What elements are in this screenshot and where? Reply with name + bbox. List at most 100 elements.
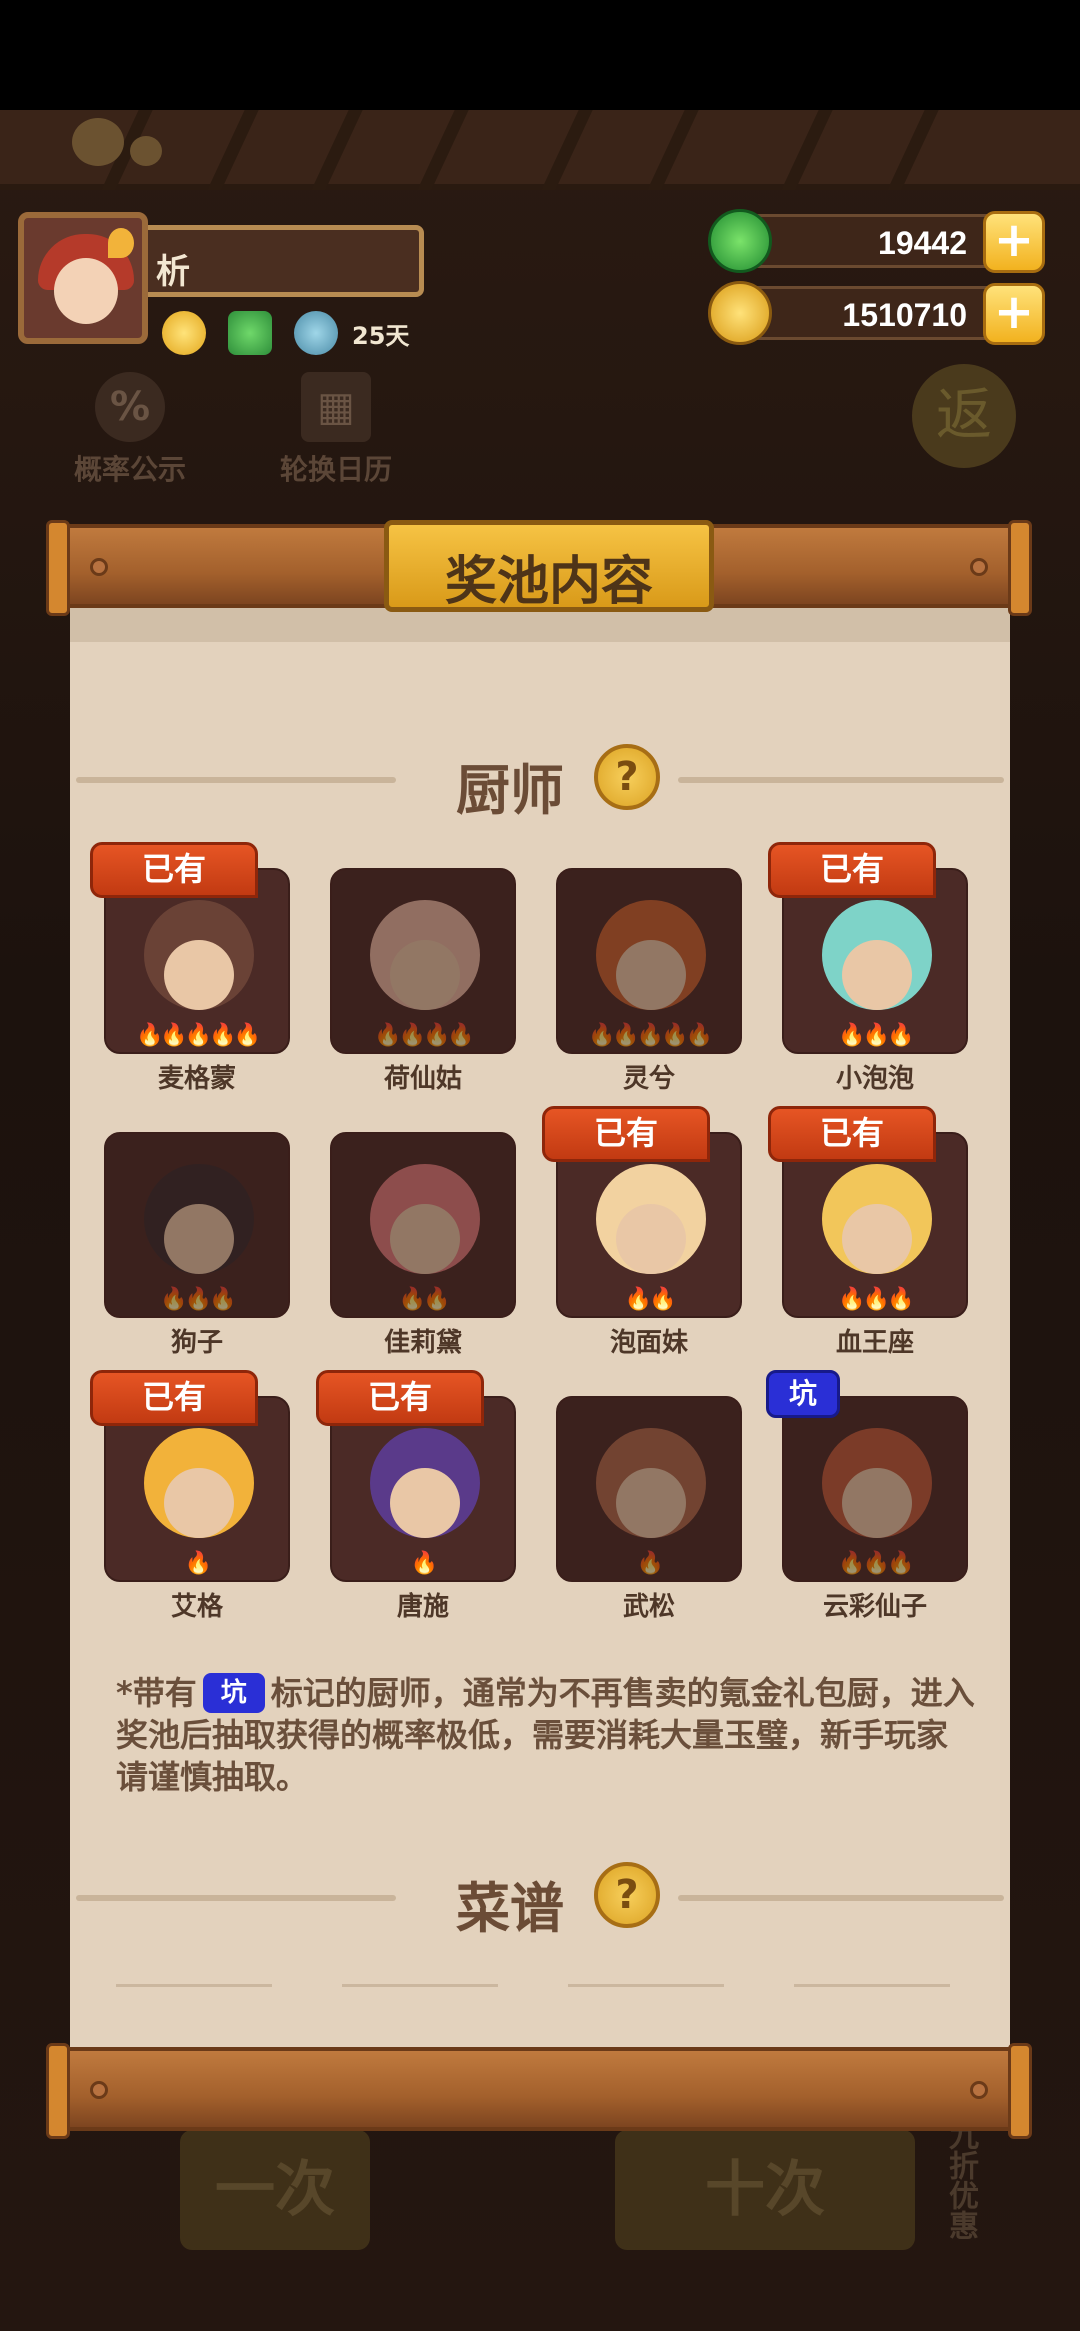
chef-face [164, 1204, 234, 1274]
player-name-box: 析 [148, 225, 424, 297]
jade-currency: 19442 + [708, 209, 1045, 273]
scroll-bottom-rod [46, 2043, 1032, 2139]
gold-currency: 1510710 + [708, 281, 1045, 345]
chef-help-icon[interactable]: ? [594, 744, 660, 810]
chef-face [842, 940, 912, 1010]
recipe-section-title: 菜谱 [456, 1877, 564, 1940]
chef-name: 荷仙姑 [383, 1064, 462, 1094]
panel-title-plate: 奖池内容 [384, 520, 714, 612]
pit-badge-inline: 坑 [202, 1673, 265, 1713]
player-avatar[interactable] [18, 212, 148, 344]
flame-rating-icon: 🔥🔥🔥 [838, 1287, 914, 1312]
chef-card[interactable]: 🔥🔥🔥 已有 小泡泡 [768, 842, 968, 1098]
owned-badge: 已有 [316, 1370, 484, 1426]
days-counter: 25天 [352, 321, 410, 350]
chef-card[interactable]: 🔥 已有 唐施 [316, 1370, 516, 1626]
flame-rating-icon: 🔥 [184, 1551, 212, 1576]
chef-card[interactable]: 🔥🔥🔥 狗子 [104, 1132, 290, 1362]
jade-amount: 19442 [878, 225, 967, 261]
status-bar-area [0, 0, 1080, 110]
gold-buff-icon[interactable] [162, 311, 206, 355]
percent-icon: % [95, 372, 165, 442]
chef-name: 灵兮 [622, 1064, 675, 1094]
wooden-beam [0, 110, 1080, 190]
chef-name: 唐施 [396, 1592, 449, 1622]
chef-card[interactable]: 🔥🔥🔥🔥🔥 灵兮 [556, 868, 742, 1098]
rod-nail [970, 558, 988, 576]
beam-truss [781, 110, 939, 190]
chick-decoration [72, 118, 124, 166]
pit-badge: 坑 [766, 1370, 840, 1418]
chef-card[interactable]: 🔥🔥🔥🔥 荷仙姑 [330, 868, 516, 1098]
probability-label: 概率公示 [73, 453, 186, 486]
chef-face [390, 940, 460, 1010]
chef-face [616, 1204, 686, 1274]
chef-card[interactable]: 🔥🔥 佳莉黛 [330, 1132, 516, 1362]
probability-button[interactable]: % 概率公示 [60, 372, 200, 488]
chef-face [164, 940, 234, 1010]
flame-rating-icon: 🔥🔥🔥 [838, 1551, 914, 1576]
jade-buff-icon[interactable] [228, 311, 272, 355]
player-status-icons: 25天 [162, 308, 409, 358]
rod-nail [970, 2081, 988, 2099]
chef-hair [370, 900, 480, 1010]
player-name: 析 [156, 252, 190, 292]
recipe-section-header: 菜谱 ? [70, 1862, 1010, 1940]
chick-decoration [130, 136, 162, 166]
chef-card[interactable]: 🔥🔥🔥 已有血王座 [768, 1106, 968, 1362]
chef-name: 血王座 [835, 1328, 914, 1358]
beam-truss [311, 110, 469, 190]
flame-rating-icon: 🔥🔥🔥🔥🔥 [136, 1023, 261, 1048]
owned-badge: 已有 [768, 842, 936, 898]
divider-line [76, 1895, 396, 1901]
chef-face [616, 940, 686, 1010]
chef-face [616, 1468, 686, 1538]
gold-amount: 1510710 [842, 297, 967, 333]
add-gold-button[interactable]: + [983, 283, 1045, 345]
flame-icon [108, 228, 134, 258]
chef-face [842, 1204, 912, 1274]
calendar-label: 轮换日历 [279, 453, 392, 486]
prize-pool-panel: 厨师 ? 🔥🔥🔥🔥🔥 已有 麦格蒙 🔥🔥🔥🔥 荷仙姑 🔥🔥🔥🔥🔥 灵兮 🔥🔥🔥 已有 小泡泡 🔥🔥🔥… [70, 606, 1010, 2048]
owned-badge: 已有 [90, 1370, 258, 1426]
discount-offer: 九折优惠 [943, 2120, 978, 2240]
avatar-face [54, 258, 118, 324]
chef-portrait: 🔥🔥🔥🔥 [330, 868, 516, 1054]
chef-name: 艾格 [170, 1592, 223, 1622]
chef-hair [370, 1164, 480, 1274]
return-button[interactable]: 返 [912, 364, 1016, 468]
draw-one-button: 一次 [180, 2130, 370, 2250]
chef-card[interactable]: 🔥🔥 已有 泡面妹 [542, 1106, 742, 1362]
chef-portrait: 🔥🔥🔥🔥🔥 [556, 868, 742, 1054]
add-jade-button[interactable]: + [983, 211, 1045, 273]
chef-name: 麦格蒙 [157, 1064, 236, 1094]
chef-card[interactable]: 🔥 已有艾格 [90, 1370, 290, 1626]
chef-card[interactable]: 🔥🔥🔥 坑云彩仙子 [766, 1370, 968, 1626]
chef-portrait: 🔥🔥 [330, 1132, 516, 1318]
chef-card[interactable]: 🔥🔥🔥🔥🔥 已有麦格蒙 [90, 842, 290, 1098]
calendar-icon: ▦ [301, 372, 371, 442]
chef-section-title: 厨师 [456, 759, 564, 822]
owned-badge: 已有 [768, 1106, 936, 1162]
beam-truss [541, 110, 699, 190]
chef-card[interactable]: 🔥 武松 [556, 1396, 742, 1626]
vip-buff-icon[interactable] [294, 311, 338, 355]
recipe-help-icon[interactable]: ? [594, 1862, 660, 1928]
note-prefix: *带有 [116, 1674, 197, 1712]
flame-rating-icon: 🔥🔥🔥🔥 [374, 1023, 475, 1048]
recipe-slot-line [568, 1984, 724, 1987]
flame-rating-icon: 🔥🔥 [624, 1287, 677, 1312]
chef-portrait: 🔥🔥🔥 [104, 1132, 290, 1318]
flame-rating-icon: 🔥🔥🔥🔥🔥 [588, 1023, 713, 1048]
owned-badge: 已有 [90, 842, 258, 898]
chef-hair [596, 1428, 706, 1538]
chef-name: 武松 [622, 1592, 675, 1622]
flame-rating-icon: 🔥 [636, 1551, 664, 1576]
recipe-slot-line [342, 1984, 498, 1987]
divider-line [678, 777, 1004, 783]
rod-cap [46, 2043, 70, 2139]
calendar-button[interactable]: ▦ 轮换日历 [266, 372, 406, 488]
chef-name: 泡面妹 [609, 1328, 688, 1358]
jade-icon [708, 209, 772, 273]
chef-hair [596, 900, 706, 1010]
